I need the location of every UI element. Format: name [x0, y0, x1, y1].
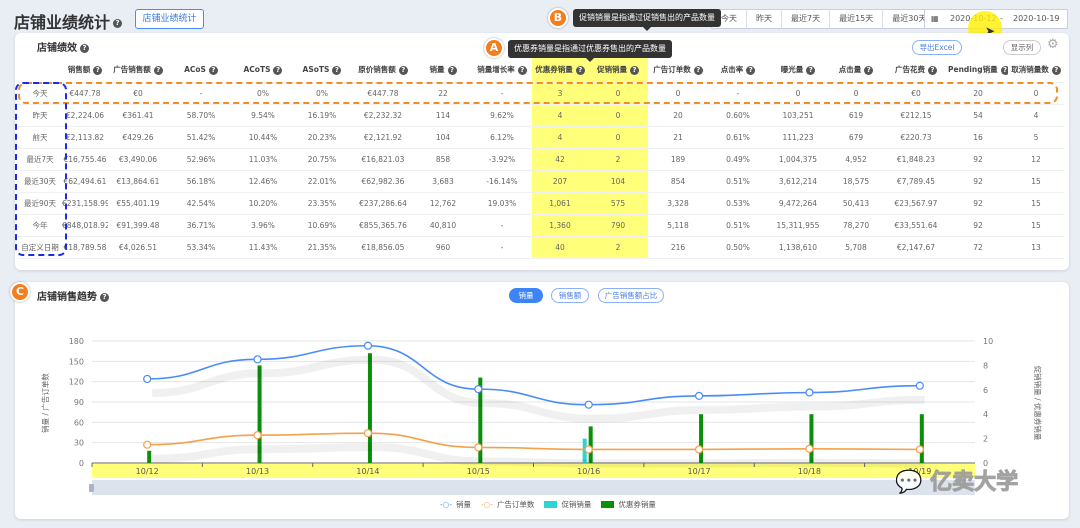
y-tick-right: 6 [983, 386, 988, 395]
point-广告订单数 [474, 443, 483, 452]
x-tick-label: 10/14 [356, 467, 379, 476]
y-axis-label-left: 销量 / 广告订单数 [40, 373, 50, 433]
bar-优惠券销量 [809, 414, 814, 463]
point-销量 [805, 388, 814, 397]
point-销量 [143, 374, 152, 384]
y-tick-left: 180 [69, 337, 84, 346]
legend-line-icon: -○- [440, 500, 452, 509]
point-销量 [584, 400, 593, 409]
legend-ad-orders[interactable]: 广告订单数 [497, 499, 535, 510]
point-广告订单数 [915, 445, 924, 454]
legend-bar-icon [601, 501, 615, 508]
y-tick-right: 10 [983, 337, 993, 346]
y-tick-left: 90 [74, 398, 84, 407]
y-tick-right: 2 [983, 435, 988, 444]
point-销量 [915, 381, 924, 390]
y-tick-left: 60 [74, 418, 84, 427]
point-销量 [253, 355, 262, 364]
y-tick-right: 8 [983, 361, 988, 370]
bar-优惠券销量 [919, 414, 924, 463]
x-tick-label: 10/18 [798, 467, 821, 476]
point-广告订单数 [584, 445, 593, 454]
point-广告订单数 [694, 445, 704, 454]
point-销量 [474, 385, 483, 394]
point-广告订单数 [805, 444, 814, 453]
point-广告订单数 [253, 431, 262, 440]
legend-quantity[interactable]: 销量 [456, 499, 471, 510]
bar-优惠券销量 [699, 414, 704, 463]
data-zoom-slider [92, 480, 975, 495]
x-tick-label: 10/16 [577, 467, 600, 476]
x-tick-label: 10/15 [467, 467, 490, 476]
bar-优惠券销量 [147, 450, 152, 463]
sales-trend-chart: 0306090120150180024681010/12 10/13 10/14 10… [40, 337, 1043, 495]
legend-coupon[interactable]: 优惠券销量 [618, 499, 656, 510]
watermark-logo: 💬 亿卖大学 [894, 464, 1019, 496]
legend-promo[interactable]: 促销销量 [561, 499, 591, 510]
y-tick-left: 0 [79, 459, 84, 468]
x-tick-label: 10/12 [136, 467, 159, 476]
data-zoom-handle [89, 484, 94, 492]
wechat-icon: 💬 [894, 470, 923, 496]
y-tick-left: 150 [69, 357, 84, 366]
point-广告订单数 [363, 429, 373, 438]
point-广告订单数 [143, 440, 152, 449]
y-tick-right: 4 [983, 410, 988, 419]
y-axis-label-right: 促销销量 / 优惠券销量 [1033, 366, 1043, 441]
point-销量 [694, 391, 704, 400]
y-tick-left: 120 [69, 378, 84, 387]
watermark-text: 亿卖大学 [930, 470, 1019, 496]
y-tick-left: 30 [74, 439, 84, 448]
legend-bar-icon [544, 501, 558, 508]
bar-优惠券销量 [588, 426, 593, 463]
x-tick-label: 10/17 [688, 467, 711, 476]
point-销量 [363, 341, 373, 350]
legend-line-icon: -○- [480, 500, 493, 509]
x-tick-label: 10/13 [246, 467, 269, 476]
chart-legend: -○- 销量 -○- 广告订单数 促销销量 优惠券销量 [440, 499, 656, 510]
